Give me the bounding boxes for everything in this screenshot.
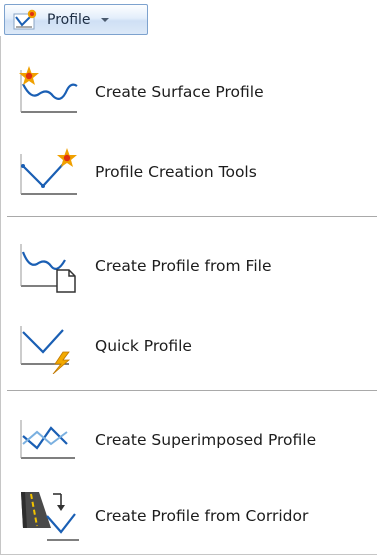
profile-dropdown-window: Profile Create Surface Profile Profile C… — [0, 0, 378, 556]
create-profile-from-file-icon — [15, 236, 85, 296]
profile-ribbon-button[interactable]: Profile — [4, 4, 148, 35]
profile-ribbon-label: Profile — [47, 11, 91, 28]
menu-item-create-superimposed-profile[interactable]: Create Superimposed Profile — [1, 400, 377, 480]
menu-item-label: Quick Profile — [95, 337, 192, 355]
menu-separator — [7, 390, 377, 391]
menu-separator — [7, 216, 377, 217]
menu-item-label: Create Surface Profile — [95, 83, 264, 101]
menu-item-create-surface-profile[interactable]: Create Surface Profile — [1, 52, 377, 132]
menu-item-label: Profile Creation Tools — [95, 163, 257, 181]
create-profile-from-corridor-icon — [15, 486, 85, 546]
profile-creation-tools-icon — [15, 142, 85, 202]
menu-item-profile-creation-tools[interactable]: Profile Creation Tools — [1, 132, 377, 212]
menu-item-create-profile-from-corridor[interactable]: Create Profile from Corridor — [1, 476, 377, 556]
profile-dropdown-menu: Create Surface Profile Profile Creation … — [0, 36, 377, 555]
menu-item-label: Create Profile from File — [95, 257, 272, 275]
menu-item-label: Create Profile from Corridor — [95, 507, 309, 525]
menu-item-create-profile-from-file[interactable]: Create Profile from File — [1, 226, 377, 306]
quick-profile-icon — [15, 316, 85, 376]
menu-item-quick-profile[interactable]: Quick Profile — [1, 306, 377, 386]
create-surface-profile-icon — [15, 62, 85, 122]
chevron-down-icon[interactable] — [99, 14, 111, 26]
create-superimposed-profile-icon — [15, 410, 85, 470]
menu-item-label: Create Superimposed Profile — [95, 431, 317, 449]
profile-ribbon-icon — [11, 8, 41, 32]
